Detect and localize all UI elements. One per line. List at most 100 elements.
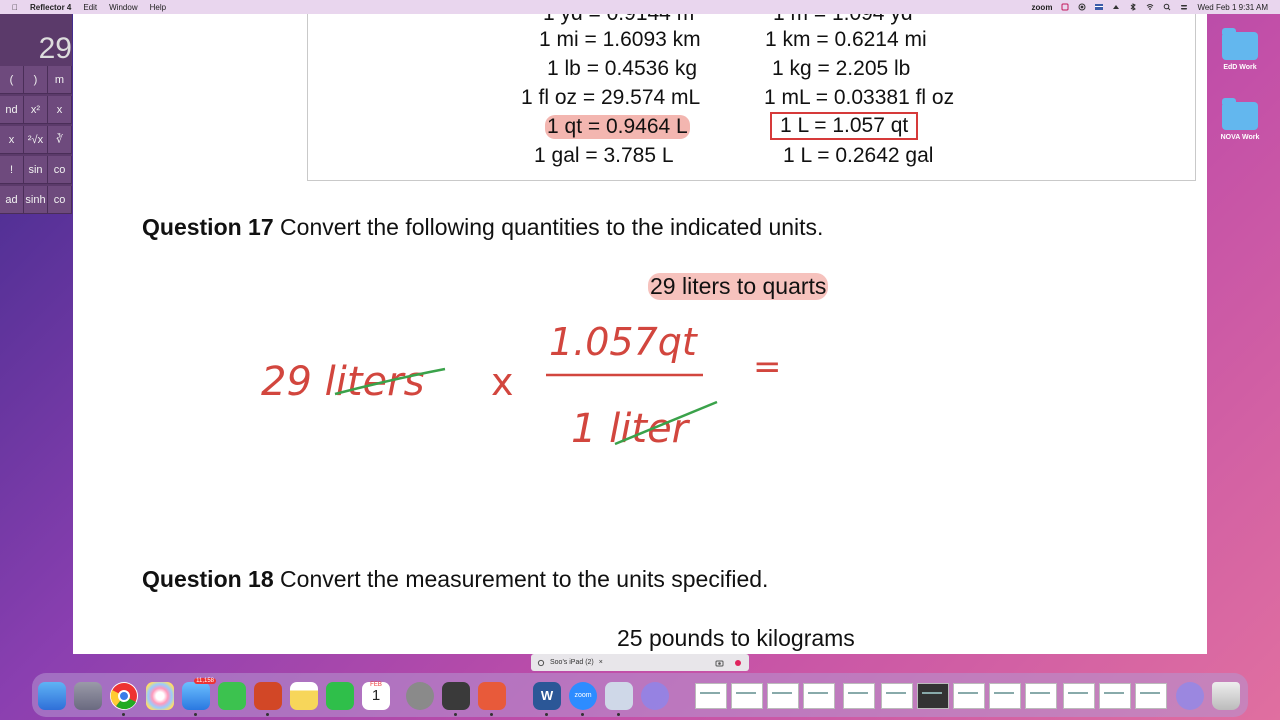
- photos-icon[interactable]: [146, 682, 174, 710]
- running-indicator: [266, 713, 269, 716]
- window-thumbnail[interactable]: [917, 683, 949, 709]
- calculator-row: ! sin co: [0, 156, 72, 184]
- trash-icon[interactable]: [1212, 682, 1240, 710]
- calculator-key[interactable]: sinh: [24, 186, 48, 214]
- running-indicator: [454, 713, 457, 716]
- folder-nova-work[interactable]: NOVA Work: [1210, 98, 1270, 141]
- apple-icon[interactable]: : [12, 3, 18, 12]
- system-preferences-icon[interactable]: [406, 682, 434, 710]
- settings-icon[interactable]: [537, 659, 545, 667]
- calculator-key[interactable]: sin: [24, 156, 48, 184]
- wifi-icon[interactable]: [1146, 3, 1154, 11]
- mail-icon[interactable]: 11,158: [182, 678, 216, 710]
- handwritten-denominator: 1 liter: [571, 406, 691, 452]
- folder-icon: [1222, 28, 1258, 60]
- screen-share-icon[interactable]: [1061, 3, 1069, 11]
- window-thumbnail[interactable]: [767, 683, 799, 709]
- reflector-icon[interactable]: [478, 682, 506, 710]
- calculator-window: 29 ( ) m nd x² x x ²√x ∛ ! sin co ad sin…: [0, 14, 72, 214]
- dock: 11,158 FEB 1 W zoom: [32, 673, 1248, 717]
- ipad-label: Soo's iPad (2): [550, 659, 594, 666]
- ipad-mirror-bar[interactable]: Soo's iPad (2) ×: [531, 654, 749, 671]
- window-thumbnail[interactable]: [843, 683, 875, 709]
- calculator-row: nd x² x: [0, 96, 72, 124]
- calculator-key[interactable]: ²√x: [24, 126, 48, 154]
- calculator-key[interactable]: x: [0, 126, 24, 154]
- preview-icon[interactable]: [605, 682, 633, 710]
- window-thumbnail[interactable]: [695, 683, 727, 709]
- window-thumbnail[interactable]: [803, 683, 835, 709]
- airplay-icon[interactable]: [1112, 3, 1120, 11]
- handwritten-left-term: 29 liters: [261, 359, 424, 405]
- window-thumbnail[interactable]: [1099, 683, 1131, 709]
- calculator-key[interactable]: ad: [0, 186, 24, 214]
- running-indicator: [617, 713, 620, 716]
- document-canvas: 1 yd = 0.9144 m 1 m = 1.094 yd 1 mi = 1.…: [73, 14, 1207, 654]
- menu-help[interactable]: Help: [150, 3, 166, 12]
- chrome-icon[interactable]: [110, 682, 138, 710]
- control-center-icon[interactable]: [1180, 3, 1188, 11]
- record-icon[interactable]: [1078, 3, 1086, 11]
- calculator-display: 29: [38, 32, 72, 65]
- calculator-key[interactable]: co: [48, 186, 72, 214]
- handwriting-layer: 29 liters x 1.057qt 1 liter =: [261, 320, 782, 452]
- menu-clock[interactable]: Wed Feb 1 9:31 AM: [1197, 3, 1268, 12]
- word-icon[interactable]: W: [533, 682, 561, 710]
- calculator-key[interactable]: (: [0, 66, 24, 94]
- calculator-key[interactable]: ): [24, 66, 48, 94]
- calculator-key[interactable]: co: [48, 156, 72, 184]
- notes-icon[interactable]: [290, 682, 318, 710]
- zoom-status[interactable]: zoom: [1032, 3, 1053, 12]
- bluetooth-icon[interactable]: [1129, 3, 1137, 11]
- calendar-day: 1: [371, 687, 381, 704]
- finder-icon[interactable]: [38, 682, 66, 710]
- handwritten-times: x: [491, 360, 514, 404]
- window-thumbnail[interactable]: [953, 683, 985, 709]
- flag-icon[interactable]: [1095, 3, 1104, 11]
- app-menu[interactable]: Reflector 4: [30, 3, 71, 12]
- calculator-key[interactable]: nd: [0, 96, 24, 124]
- question-18-prompt: 25 pounds to kilograms: [617, 625, 855, 651]
- window-thumbnail[interactable]: [989, 683, 1021, 709]
- calculator-key[interactable]: !: [0, 156, 24, 184]
- calculator-key[interactable]: x²: [24, 96, 48, 124]
- window-thumbnail[interactable]: [1135, 683, 1167, 709]
- running-indicator: [545, 713, 548, 716]
- running-indicator: [194, 713, 197, 716]
- folder-edd-work[interactable]: EdD Work: [1210, 28, 1270, 71]
- siri-icon[interactable]: [641, 682, 669, 710]
- window-thumbnail[interactable]: [1063, 683, 1095, 709]
- siri-icon[interactable]: [1176, 682, 1204, 710]
- record-indicator-icon[interactable]: [735, 659, 741, 666]
- window-thumbnail[interactable]: [731, 683, 763, 709]
- calendar-icon[interactable]: FEB 1: [362, 682, 390, 710]
- chrome-logo-icon: [110, 683, 137, 710]
- facetime-icon[interactable]: [326, 682, 354, 710]
- calculator-key[interactable]: x: [48, 96, 72, 124]
- calculator-row: ad sinh co: [0, 186, 72, 214]
- powerpoint-icon[interactable]: [254, 682, 282, 710]
- mail-badge: 11,158: [194, 678, 216, 684]
- calculator-row: x ²√x ∛: [0, 126, 72, 154]
- camera-icon[interactable]: [715, 659, 724, 667]
- question-18-text: Convert the measurement to the units spe…: [273, 566, 769, 592]
- calculator-key[interactable]: ∛: [48, 126, 72, 154]
- search-icon[interactable]: [1163, 3, 1171, 11]
- running-indicator: [490, 713, 493, 716]
- menu-window[interactable]: Window: [109, 3, 137, 12]
- folder-icon: [1222, 98, 1258, 130]
- calculator-row: ( ) m: [0, 66, 72, 94]
- launchpad-icon[interactable]: [74, 682, 102, 710]
- window-thumbnail[interactable]: [881, 683, 913, 709]
- messages-icon[interactable]: [218, 682, 246, 710]
- running-indicator: [122, 713, 125, 716]
- window-thumbnail[interactable]: [1025, 683, 1057, 709]
- folder-label: EdD Work: [1223, 64, 1257, 71]
- calculator-icon[interactable]: [442, 682, 470, 710]
- folder-label: NOVA Work: [1220, 134, 1260, 141]
- close-icon[interactable]: ×: [599, 659, 603, 666]
- zoom-icon[interactable]: zoom: [569, 682, 597, 710]
- calculator-key[interactable]: m: [48, 66, 72, 94]
- menu-edit[interactable]: Edit: [83, 3, 97, 12]
- menu-bar:  Reflector 4 Edit Window Help zoom Wed …: [0, 0, 1280, 14]
